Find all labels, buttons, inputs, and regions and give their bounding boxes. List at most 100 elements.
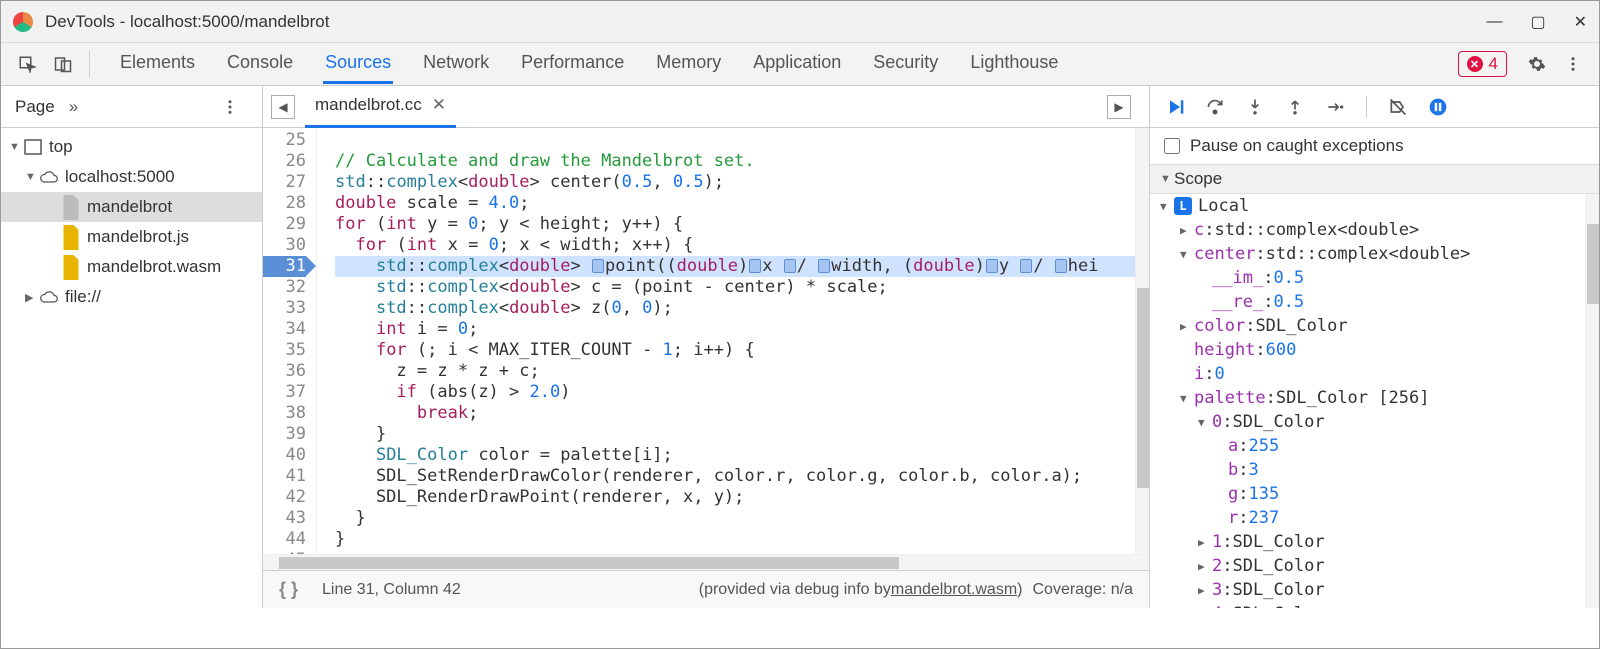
panel-tabs: Elements Console Sources Network Perform… xyxy=(118,44,1458,84)
tree-fileurl-label: file:// xyxy=(65,287,101,307)
step-over-icon[interactable] xyxy=(1204,96,1226,118)
scope-var-c[interactable]: ▶c: std::complex<double> xyxy=(1150,218,1599,242)
navigator-tab-page[interactable]: Page xyxy=(15,97,55,117)
step-icon[interactable] xyxy=(1324,96,1346,118)
pause-on-exceptions-icon[interactable] xyxy=(1427,96,1449,118)
editor-statusbar: { } Line 31, Column 42 (provided via deb… xyxy=(263,570,1149,608)
vertical-scrollbar[interactable] xyxy=(1135,128,1149,554)
tree-file-mandelbrot-js[interactable]: mandelbrot.js xyxy=(1,222,262,252)
tab-console[interactable]: Console xyxy=(225,44,295,84)
scope-var-center-im[interactable]: __im_: 0.5 xyxy=(1150,266,1599,290)
scope-var-palette-3[interactable]: ▶3: SDL_Color xyxy=(1150,578,1599,602)
horizontal-scrollbar[interactable] xyxy=(263,554,1149,570)
toggle-navigator-icon[interactable]: ◀ xyxy=(271,95,295,119)
close-tab-icon[interactable]: ✕ xyxy=(432,95,446,115)
error-icon: ✕ xyxy=(1467,56,1483,72)
scope-var-palette-0-b[interactable]: b: 3 xyxy=(1150,458,1599,482)
tab-lighthouse[interactable]: Lighthouse xyxy=(968,44,1060,84)
kebab-menu-icon[interactable] xyxy=(1559,50,1587,78)
deactivate-breakpoints-icon[interactable] xyxy=(1387,96,1409,118)
js-file-icon xyxy=(61,227,81,247)
tree-top[interactable]: ▼ top xyxy=(1,132,262,162)
tab-security[interactable]: Security xyxy=(871,44,940,84)
scope-var-palette-2[interactable]: ▶2: SDL_Color xyxy=(1150,554,1599,578)
tree-file-url[interactable]: ▶ file:// xyxy=(1,282,262,312)
coverage-status: Coverage: n/a xyxy=(1032,581,1133,599)
navigator-kebab-icon[interactable] xyxy=(216,93,244,121)
settings-icon[interactable] xyxy=(1523,50,1551,78)
maximize-button[interactable]: ▢ xyxy=(1530,12,1545,32)
divider xyxy=(89,51,90,77)
debug-info-suffix: ) xyxy=(1017,581,1022,599)
step-into-icon[interactable] xyxy=(1244,96,1266,118)
debug-info-prefix: (provided via debug info by xyxy=(699,581,891,599)
scope-section-header[interactable]: ▼ Scope xyxy=(1150,164,1599,194)
tree-top-label: top xyxy=(49,137,73,157)
code-area[interactable]: 2526272829303132333435363738394041424344… xyxy=(263,128,1149,554)
device-toolbar-icon[interactable] xyxy=(49,50,77,78)
scope-var-palette-0-r[interactable]: r: 237 xyxy=(1150,506,1599,530)
scope-scrollbar[interactable] xyxy=(1585,194,1599,608)
editor-tabstrip: ◀ mandelbrot.cc ✕ ▶ xyxy=(263,86,1149,128)
navigator-header: Page » xyxy=(1,86,262,128)
debug-info-link[interactable]: mandelbrot.wasm xyxy=(891,581,1017,599)
scope-var-palette-0[interactable]: ▼0: SDL_Color xyxy=(1150,410,1599,434)
line-gutter[interactable]: 2526272829303132333435363738394041424344… xyxy=(263,128,317,554)
scope-var-palette[interactable]: ▼palette: SDL_Color [256] xyxy=(1150,386,1599,410)
code-lines[interactable]: // Calculate and draw the Mandelbrot set… xyxy=(317,128,1149,554)
tree-host[interactable]: ▼ localhost:5000 xyxy=(1,162,262,192)
pause-on-caught-label: Pause on caught exceptions xyxy=(1190,136,1404,156)
tab-performance[interactable]: Performance xyxy=(519,44,626,84)
scope-var-i[interactable]: i: 0 xyxy=(1150,362,1599,386)
tree-file-mandelbrot-wasm[interactable]: mandelbrot.wasm xyxy=(1,252,262,282)
toggle-debugger-icon[interactable]: ▶ xyxy=(1107,95,1131,119)
editor-tab-label: mandelbrot.cc xyxy=(315,95,422,115)
scope-var-color[interactable]: ▶color: SDL_Color xyxy=(1150,314,1599,338)
scope-var-center[interactable]: ▼center: std::complex<double> xyxy=(1150,242,1599,266)
pretty-print-icon[interactable]: { } xyxy=(279,579,298,600)
pause-on-caught-checkbox[interactable] xyxy=(1164,138,1180,154)
window-title: DevTools - localhost:5000/mandelbrot xyxy=(45,12,1486,32)
scope-var-height[interactable]: height: 600 xyxy=(1150,338,1599,362)
tab-memory[interactable]: Memory xyxy=(654,44,723,84)
scope-pane: ▼LLocal ▶c: std::complex<double> ▼center… xyxy=(1150,194,1599,608)
tree-file-label: mandelbrot xyxy=(87,197,172,217)
panel-tabstrip: Elements Console Sources Network Perform… xyxy=(1,43,1599,86)
cursor-position: Line 31, Column 42 xyxy=(322,581,461,599)
tab-application[interactable]: Application xyxy=(751,44,843,84)
error-count-badge[interactable]: ✕ 4 xyxy=(1458,51,1507,77)
scope-var-center-re[interactable]: __re_: 0.5 xyxy=(1150,290,1599,314)
file-tree: ▼ top ▼ localhost:5000 mandelbrot mandel… xyxy=(1,128,262,608)
tree-host-label: localhost:5000 xyxy=(65,167,175,187)
tree-file-label: mandelbrot.wasm xyxy=(87,257,221,277)
resume-icon[interactable] xyxy=(1164,96,1186,118)
step-out-icon[interactable] xyxy=(1284,96,1306,118)
minimize-button[interactable]: — xyxy=(1486,13,1502,31)
cloud-icon xyxy=(39,167,59,187)
scope-local-label: Local xyxy=(1198,196,1249,216)
tab-network[interactable]: Network xyxy=(421,44,491,84)
cloud-icon xyxy=(39,287,59,307)
scope-var-palette-1[interactable]: ▶1: SDL_Color xyxy=(1150,530,1599,554)
scope-local[interactable]: ▼LLocal xyxy=(1150,194,1599,218)
pause-on-exceptions-row: Pause on caught exceptions xyxy=(1150,128,1599,164)
toolbar-divider xyxy=(1366,96,1367,118)
tab-elements[interactable]: Elements xyxy=(118,44,197,84)
devtools-logo-icon xyxy=(13,12,33,32)
debugger-toolbar xyxy=(1150,86,1599,128)
wasm-file-icon xyxy=(61,257,81,277)
scope-var-palette-0-g[interactable]: g: 135 xyxy=(1150,482,1599,506)
editor-tab-mandelbrot-cc[interactable]: mandelbrot.cc ✕ xyxy=(305,85,456,128)
scope-label: Scope xyxy=(1174,169,1222,189)
local-badge-icon: L xyxy=(1174,197,1192,215)
document-icon xyxy=(61,197,81,217)
navigator-more-tabs-icon[interactable]: » xyxy=(69,97,78,117)
error-count: 4 xyxy=(1489,54,1498,74)
scope-var-palette-4[interactable]: ▶4: SDL_Color xyxy=(1150,602,1599,608)
close-button[interactable]: ✕ xyxy=(1574,12,1587,32)
tree-file-mandelbrot[interactable]: mandelbrot xyxy=(1,192,262,222)
source-editor: ◀ mandelbrot.cc ✕ ▶ 25262728293031323334… xyxy=(263,86,1150,608)
scope-var-palette-0-a[interactable]: a: 255 xyxy=(1150,434,1599,458)
tab-sources[interactable]: Sources xyxy=(323,44,393,84)
inspect-element-icon[interactable] xyxy=(13,50,41,78)
